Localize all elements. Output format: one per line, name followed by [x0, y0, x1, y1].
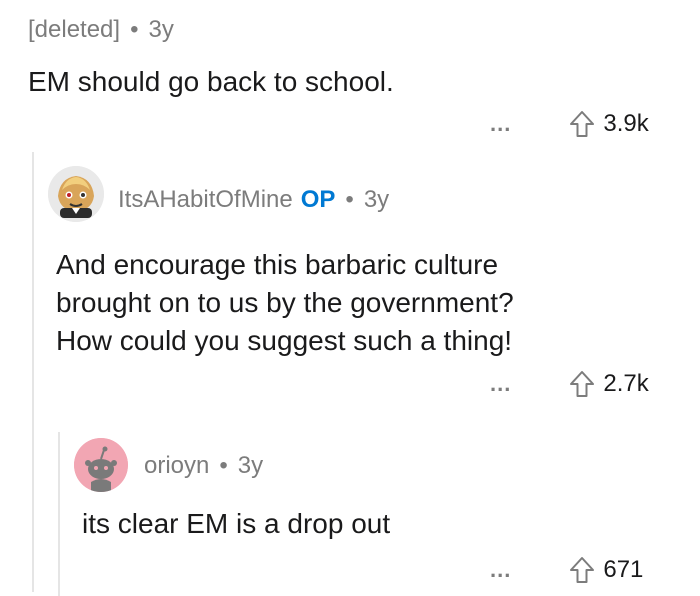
- op-badge: OP: [300, 186, 336, 213]
- comment-1-actions: ... 3.9k: [490, 110, 649, 138]
- comment-3-meta: orioyn • 3y: [144, 452, 263, 480]
- meta-separator: •: [219, 452, 228, 479]
- more-options-button[interactable]: ...: [490, 373, 511, 395]
- comment-2-author[interactable]: ItsAHabitOfMine: [118, 186, 293, 214]
- comment-2-meta: ItsAHabitOfMine OP • 3y: [118, 186, 389, 214]
- avatar[interactable]: [74, 438, 128, 492]
- thread-line[interactable]: [32, 152, 34, 592]
- comment-2-line: brought on to us by the government?: [56, 287, 514, 318]
- comment-2-age: 3y: [363, 186, 390, 213]
- vote-count: 2.7k: [603, 370, 649, 397]
- more-options-button[interactable]: ...: [490, 113, 511, 135]
- comment-1-body: EM should go back to school.: [28, 66, 394, 98]
- comment-3-text: its clear EM is a drop out: [82, 508, 391, 539]
- upvote-arrow-icon[interactable]: [569, 370, 595, 398]
- avatar[interactable]: [48, 166, 104, 222]
- comment-2-line: How could you suggest such a thing!: [56, 325, 513, 356]
- upvote-control[interactable]: 2.7k: [569, 370, 649, 398]
- thread-line[interactable]: [58, 432, 60, 596]
- comment-3-age: 3y: [237, 452, 264, 479]
- vote-count: 671: [603, 556, 644, 583]
- upvote-control[interactable]: 671: [569, 556, 643, 584]
- snoo-avatar-icon: [74, 438, 128, 492]
- more-options-button[interactable]: ...: [490, 559, 511, 581]
- upvote-arrow-icon[interactable]: [569, 556, 595, 584]
- cartoon-avatar-icon: [48, 166, 104, 222]
- vote-count: 3.9k: [603, 110, 649, 137]
- comment-3-author[interactable]: orioyn: [144, 452, 209, 480]
- comment-3-actions: ... 671: [490, 556, 643, 584]
- comment-2-actions: ... 2.7k: [490, 370, 649, 398]
- comment-3-body: its clear EM is a drop out: [82, 508, 390, 540]
- comment-2-line: And encourage this barbaric culture: [56, 249, 499, 280]
- comment-1-text: EM should go back to school.: [28, 66, 394, 97]
- comment-2-body: And encourage this barbaric culture brou…: [56, 246, 656, 360]
- upvote-arrow-icon[interactable]: [569, 110, 595, 138]
- comment-1-author[interactable]: [deleted]: [28, 16, 120, 44]
- upvote-control[interactable]: 3.9k: [569, 110, 649, 138]
- comment-1-age: 3y: [148, 16, 174, 43]
- meta-separator: •: [130, 16, 139, 43]
- comment-1-meta: [deleted] • 3y: [28, 16, 174, 44]
- meta-separator: •: [345, 186, 354, 213]
